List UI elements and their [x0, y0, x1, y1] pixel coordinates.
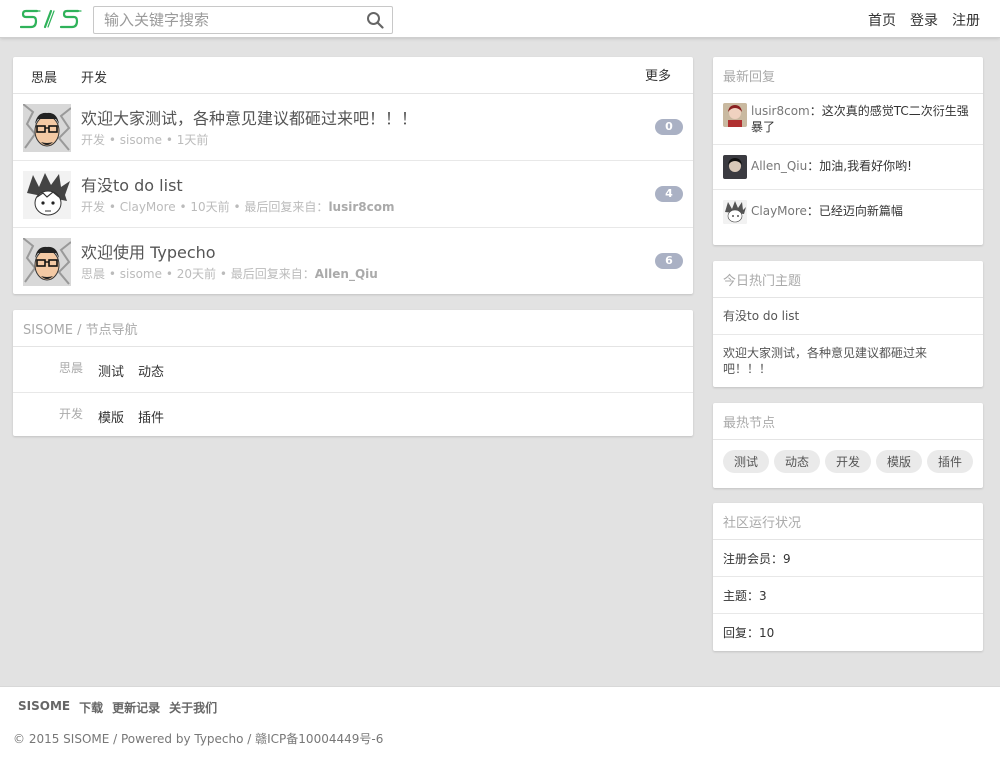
latest-replies-title: 最新回复 — [713, 57, 983, 94]
latest-replies-panel: 最新回复 lusir8com：这次真的感觉TC二次衍生强暴了 Allen_Qiu… — [713, 57, 983, 245]
topic-row: 欢迎使用 Typecho 思晨 • sisome • 20天前 • 最后回复来自… — [13, 228, 693, 295]
node-category: 开发 — [59, 407, 84, 421]
top-nav: 首页 登录 注册 — [868, 10, 980, 30]
reply-count-badge[interactable]: 4 — [655, 186, 683, 202]
topic-list-panel: 思晨 开发 更多 欢迎大家测试，各种意见建议都砸过来吧！！！ 开发 • siso… — [13, 57, 693, 294]
search-icon[interactable] — [366, 11, 384, 29]
search-input[interactable] — [94, 7, 354, 33]
last-reply-label: 最后回复来自： — [244, 200, 329, 214]
topic-author[interactable]: ClayMore — [120, 200, 176, 214]
stat-replies: 回复：10 — [723, 626, 775, 640]
topic-category[interactable]: 开发 — [81, 133, 105, 147]
copyright: © 2015 SISOME / Powered by Typecho / 赣IC… — [13, 732, 384, 746]
node-link[interactable]: 插件 — [138, 407, 164, 426]
more-link[interactable]: 更多 — [645, 65, 671, 84]
reply-item: Allen_Qiu：加油,我看好你哟! — [713, 145, 983, 190]
hot-topics-panel: 今日热门主题 有没to do list 欢迎大家测试，各种意见建议都砸过来吧！！… — [713, 261, 983, 387]
hot-topic-link[interactable]: 欢迎大家测试，各种意见建议都砸过来吧！！！ — [713, 335, 983, 387]
reply-user[interactable]: lusir8com — [751, 104, 810, 118]
node-tag[interactable]: 模版 — [876, 450, 922, 473]
last-reply-user[interactable]: lusir8com — [328, 200, 394, 214]
stat-topics: 主题：3 — [713, 577, 983, 614]
node-tag[interactable]: 开发 — [825, 450, 871, 473]
topic-time: 20天前 — [176, 267, 217, 281]
topic-time: 1天前 — [176, 133, 209, 147]
hot-topics-title: 今日热门主题 — [713, 261, 983, 298]
logo[interactable] — [20, 7, 82, 31]
topic-meta: 开发 • ClayMore • 10天前 • 最后回复来自：lusir8com — [81, 200, 395, 214]
node-nav-title: SISOME / 节点导航 — [13, 310, 693, 347]
search-box[interactable] — [93, 6, 393, 34]
footer-link-changelog[interactable]: 更新记录 — [112, 699, 160, 716]
last-reply-user[interactable]: Allen_Qiu — [315, 267, 378, 281]
avatar[interactable] — [723, 200, 747, 224]
hot-nodes-title: 最热节点 — [713, 403, 983, 440]
stats-title: 社区运行状况 — [713, 503, 983, 540]
topic-title[interactable]: 欢迎大家测试，各种意见建议都砸过来吧！！！ — [81, 105, 417, 129]
nav-register[interactable]: 注册 — [952, 10, 980, 30]
topic-meta: 开发 • sisome • 1天前 — [81, 133, 209, 147]
topic-tabs: 思晨 开发 更多 — [13, 57, 693, 94]
reply-count-badge[interactable]: 6 — [655, 253, 683, 269]
topic-meta: 思晨 • sisome • 20天前 • 最后回复来自：Allen_Qiu — [81, 267, 378, 281]
topic-author[interactable]: sisome — [120, 133, 162, 147]
tab-sichen[interactable]: 思晨 — [31, 67, 57, 86]
tab-dev[interactable]: 开发 — [81, 67, 107, 86]
stat-members: 注册会员：9 — [713, 540, 983, 577]
reply-item: lusir8com：这次真的感觉TC二次衍生强暴了 — [713, 94, 983, 145]
nav-home[interactable]: 首页 — [868, 10, 896, 30]
footer-link-download[interactable]: 下载 — [79, 699, 103, 716]
reply-text[interactable]: ：加油,我看好你哟! — [807, 159, 912, 173]
reply-item: ClayMore：已经迈向新篇幅 — [713, 190, 983, 235]
node-nav-panel: SISOME / 节点导航 思晨 测试 动态 开发 模版 插件 — [13, 310, 693, 436]
topic-title[interactable]: 有没to do list — [81, 172, 183, 196]
topic-title[interactable]: 欢迎使用 Typecho — [81, 239, 216, 263]
topic-row: 欢迎大家测试，各种意见建议都砸过来吧！！！ 开发 • sisome • 1天前 … — [13, 94, 693, 161]
topic-category[interactable]: 开发 — [81, 200, 105, 214]
footer: SISOME 下载 更新记录 关于我们 © 2015 SISOME / Powe… — [0, 686, 1000, 758]
footer-link-sisome[interactable]: SISOME — [18, 699, 70, 716]
nav-login[interactable]: 登录 — [910, 10, 938, 30]
node-tag[interactable]: 插件 — [927, 450, 973, 473]
avatar[interactable] — [723, 155, 747, 179]
node-category: 思晨 — [59, 361, 84, 375]
avatar[interactable] — [23, 171, 71, 219]
top-bar: 首页 登录 注册 — [0, 0, 1000, 38]
reply-text[interactable]: ：已经迈向新篇幅 — [807, 204, 903, 218]
reply-user[interactable]: ClayMore — [751, 204, 807, 218]
hot-topic-link[interactable]: 有没to do list — [713, 298, 983, 335]
avatar[interactable] — [23, 104, 71, 152]
topic-author[interactable]: sisome — [120, 267, 162, 281]
topic-row: 有没to do list 开发 • ClayMore • 10天前 • 最后回复… — [13, 161, 693, 228]
reply-count-badge[interactable]: 0 — [655, 119, 683, 135]
tag-list: 测试 动态 开发 模版 插件 — [713, 440, 983, 483]
community-stats-panel: 社区运行状况 注册会员：9 主题：3 回复：10 — [713, 503, 983, 651]
node-tag[interactable]: 测试 — [723, 450, 769, 473]
node-link[interactable]: 动态 — [138, 361, 164, 380]
hot-nodes-panel: 最热节点 测试 动态 开发 模版 插件 — [713, 403, 983, 488]
reply-user[interactable]: Allen_Qiu — [751, 159, 807, 173]
footer-link-about[interactable]: 关于我们 — [169, 699, 217, 716]
node-link[interactable]: 模版 — [98, 407, 124, 426]
avatar[interactable] — [723, 103, 747, 127]
node-row: 开发 模版 插件 — [13, 392, 693, 437]
topic-time: 10天前 — [190, 200, 230, 214]
topic-category[interactable]: 思晨 — [81, 267, 105, 281]
last-reply-label: 最后回复来自： — [230, 267, 315, 281]
node-row: 思晨 测试 动态 — [13, 347, 693, 392]
node-link[interactable]: 测试 — [98, 361, 124, 380]
avatar[interactable] — [23, 238, 71, 286]
footer-links: SISOME 下载 更新记录 关于我们 — [18, 699, 217, 716]
node-tag[interactable]: 动态 — [774, 450, 820, 473]
